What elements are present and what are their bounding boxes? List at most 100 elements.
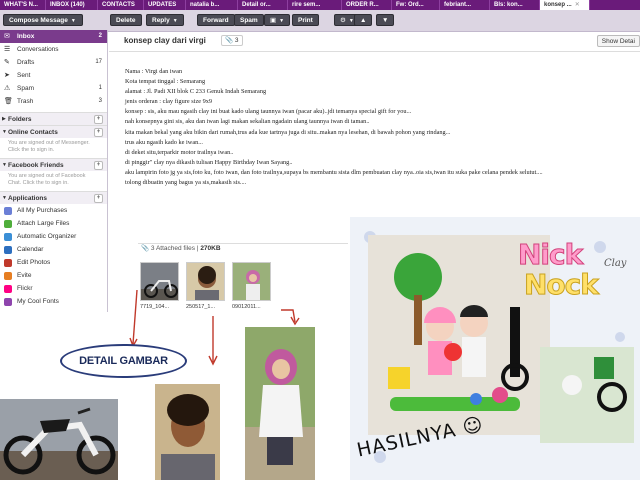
facebook-section-header[interactable]: ▼ Facebook Friends + bbox=[0, 158, 107, 171]
sidebar-item-drafts[interactable]: ✎ Drafts 17 bbox=[0, 56, 107, 69]
tab-updates[interactable]: UPDATES bbox=[144, 0, 186, 10]
tab-label: UPDATES bbox=[148, 2, 177, 8]
sidebar-item-sent[interactable]: ➤ Sent bbox=[0, 69, 107, 82]
triangle-down-icon: ▼ bbox=[2, 162, 7, 168]
body-line: tolong dibuatin yang bagus ya sis,makasi… bbox=[125, 179, 247, 187]
attachment-size: 270KB bbox=[200, 245, 221, 252]
folders-section-header[interactable]: ▶ Folders + bbox=[0, 112, 107, 125]
organizer-icon bbox=[4, 233, 13, 241]
sidebar-item-label: Trash bbox=[17, 98, 34, 105]
tab-label: ORDER R... bbox=[346, 2, 379, 8]
brand-logo-bottom: Nock bbox=[524, 268, 600, 302]
screen: WHAT'S N... INBOX (140) CONTACTS UPDATES… bbox=[0, 0, 640, 480]
sidebar-item-label: Drafts bbox=[17, 59, 35, 66]
organizer-icon-swatch bbox=[4, 233, 12, 241]
calendar-icon-swatch bbox=[4, 246, 12, 254]
sidebar-app-attach-large-files[interactable]: Attach Large Files bbox=[0, 217, 107, 230]
section-title: Applications bbox=[8, 195, 48, 202]
tab-label: Bls: kon... bbox=[494, 2, 523, 8]
gear-icon: ⚙ bbox=[340, 17, 346, 24]
sidebar-item-label: Inbox bbox=[17, 33, 35, 40]
tab-message[interactable]: natalia b... bbox=[186, 0, 238, 10]
sidebar-app-organizer[interactable]: Automatic Organizer bbox=[0, 230, 107, 243]
tab-bar: WHAT'S N... INBOX (140) CONTACTS UPDATES… bbox=[0, 0, 640, 10]
add-friend-button[interactable]: + bbox=[94, 161, 103, 170]
paperclip-icon bbox=[4, 220, 13, 228]
arrow-down-icon: ▼ bbox=[382, 17, 389, 24]
section-title: Folders bbox=[8, 116, 32, 123]
spam-count: 1 bbox=[98, 85, 102, 91]
motorbike-photo bbox=[0, 399, 118, 480]
contacts-section-header[interactable]: ▼ Online Contacts + bbox=[0, 125, 107, 138]
sidebar-item-spam[interactable]: ⚠ Spam 1 bbox=[0, 82, 107, 95]
evite-icon-swatch bbox=[4, 272, 12, 280]
attachment-count: 3 bbox=[234, 37, 239, 44]
body-line: Nama : Virgi dan iwan bbox=[125, 68, 183, 75]
tab-label: febriant... bbox=[444, 2, 472, 8]
fonts-icon-swatch bbox=[4, 298, 12, 306]
sidebar-item-label: My Cool Fonts bbox=[17, 298, 59, 305]
sidebar-app-purchases[interactable]: All My Purchases bbox=[0, 204, 107, 217]
close-icon[interactable]: ✕ bbox=[575, 2, 580, 8]
sidebar-app-evite[interactable]: Evite bbox=[0, 269, 107, 282]
tab-label: INBOX (140) bbox=[50, 2, 85, 8]
flickr-icon-swatch bbox=[4, 285, 12, 293]
sidebar-item-trash[interactable]: 🗑 Trash 3 bbox=[0, 95, 107, 108]
reply-button[interactable]: Reply ▼ bbox=[146, 14, 184, 26]
brand-logo-top: Nick bbox=[517, 238, 583, 272]
tab-whats-new[interactable]: WHAT'S N... bbox=[0, 0, 46, 10]
print-button[interactable]: Print bbox=[292, 14, 319, 26]
previous-message-button[interactable]: ▲ bbox=[354, 14, 373, 26]
messenger-signed-out-note: You are signed out of Messenger. Click t… bbox=[8, 140, 90, 153]
add-contact-button[interactable]: + bbox=[94, 128, 103, 137]
attachment-summary: 📎 3 Attached files | 270KB bbox=[141, 245, 221, 252]
flickr-icon bbox=[4, 285, 13, 293]
delete-button[interactable]: Delete bbox=[110, 14, 142, 26]
paperclip-icon: 📎 bbox=[225, 37, 234, 44]
show-details-button[interactable]: Show Detai bbox=[596, 35, 640, 47]
arrow-up-icon: ▲ bbox=[360, 17, 367, 24]
section-title: Online Contacts bbox=[8, 129, 58, 136]
button-label: Delete bbox=[116, 17, 136, 24]
spam-button[interactable]: Spam bbox=[234, 14, 264, 26]
applications-section-header[interactable]: ▼ Applications + bbox=[0, 191, 107, 204]
move-button[interactable]: ▣ ▼ bbox=[264, 14, 291, 26]
attachment-count-badge[interactable]: 📎 3 bbox=[221, 35, 243, 46]
sidebar-item-conversations[interactable]: ☰ Conversations bbox=[0, 43, 107, 56]
tab-inbox[interactable]: INBOX (140) bbox=[46, 0, 98, 10]
next-message-button[interactable]: ▼ bbox=[376, 14, 395, 26]
chevron-down-icon: ▼ bbox=[279, 18, 285, 24]
body-line: nah konsepnya gini sis, aku dan iwan lag… bbox=[125, 118, 370, 126]
tab-contacts[interactable]: CONTACTS bbox=[98, 0, 144, 10]
tab-message[interactable]: Detail or... bbox=[238, 0, 288, 10]
body-line: di deket situ,terparkir motor trailnya i… bbox=[125, 148, 234, 156]
sidebar-item-label: All My Purchases bbox=[17, 207, 68, 214]
tab-current-message[interactable]: konsep ... ✕ bbox=[540, 0, 590, 10]
body-line: trus aku ngasih kado ke iwan... bbox=[125, 138, 203, 146]
compose-button[interactable]: Compose Message ▼ bbox=[3, 14, 83, 26]
spam-icon: ⚠ bbox=[4, 85, 11, 92]
add-application-button[interactable]: + bbox=[94, 194, 103, 203]
sidebar-app-edit-photos[interactable]: Edit Photos bbox=[0, 256, 107, 269]
tab-message[interactable]: Fw: Ord... bbox=[392, 0, 440, 10]
tab-message[interactable]: Bls: kon... bbox=[490, 0, 540, 10]
tab-message[interactable]: rire sem... bbox=[288, 0, 342, 10]
tab-message[interactable]: ORDER R... bbox=[342, 0, 392, 10]
tab-message[interactable]: febriant... bbox=[440, 0, 490, 10]
add-folder-button[interactable]: + bbox=[94, 115, 103, 124]
smiley-icon: ☺ bbox=[460, 413, 486, 440]
tab-label: natalia b... bbox=[190, 2, 220, 8]
sidebar-app-calendar[interactable]: Calendar bbox=[0, 243, 107, 256]
forward-button[interactable]: Forward bbox=[197, 14, 235, 26]
sidebar-app-flickr[interactable]: Flickr bbox=[0, 282, 107, 295]
sidebar-item-label: Automatic Organizer bbox=[17, 233, 77, 240]
boy-portrait-photo bbox=[155, 384, 220, 480]
girl-portrait-photo bbox=[245, 327, 315, 480]
message-subject: konsep clay dari virgi bbox=[124, 36, 206, 45]
photo-icon bbox=[4, 259, 13, 267]
sidebar-item-label: Attach Large Files bbox=[17, 220, 70, 227]
sidebar-app-cool-fonts[interactable]: My Cool Fonts bbox=[0, 295, 107, 308]
sidebar: ✉ Inbox 2 ☰ Conversations ✎ Drafts 17 ➤ Sent ⚠… bbox=[0, 30, 108, 312]
triangle-down-icon: ▼ bbox=[2, 129, 7, 135]
sidebar-item-inbox[interactable]: ✉ Inbox 2 bbox=[0, 30, 107, 43]
